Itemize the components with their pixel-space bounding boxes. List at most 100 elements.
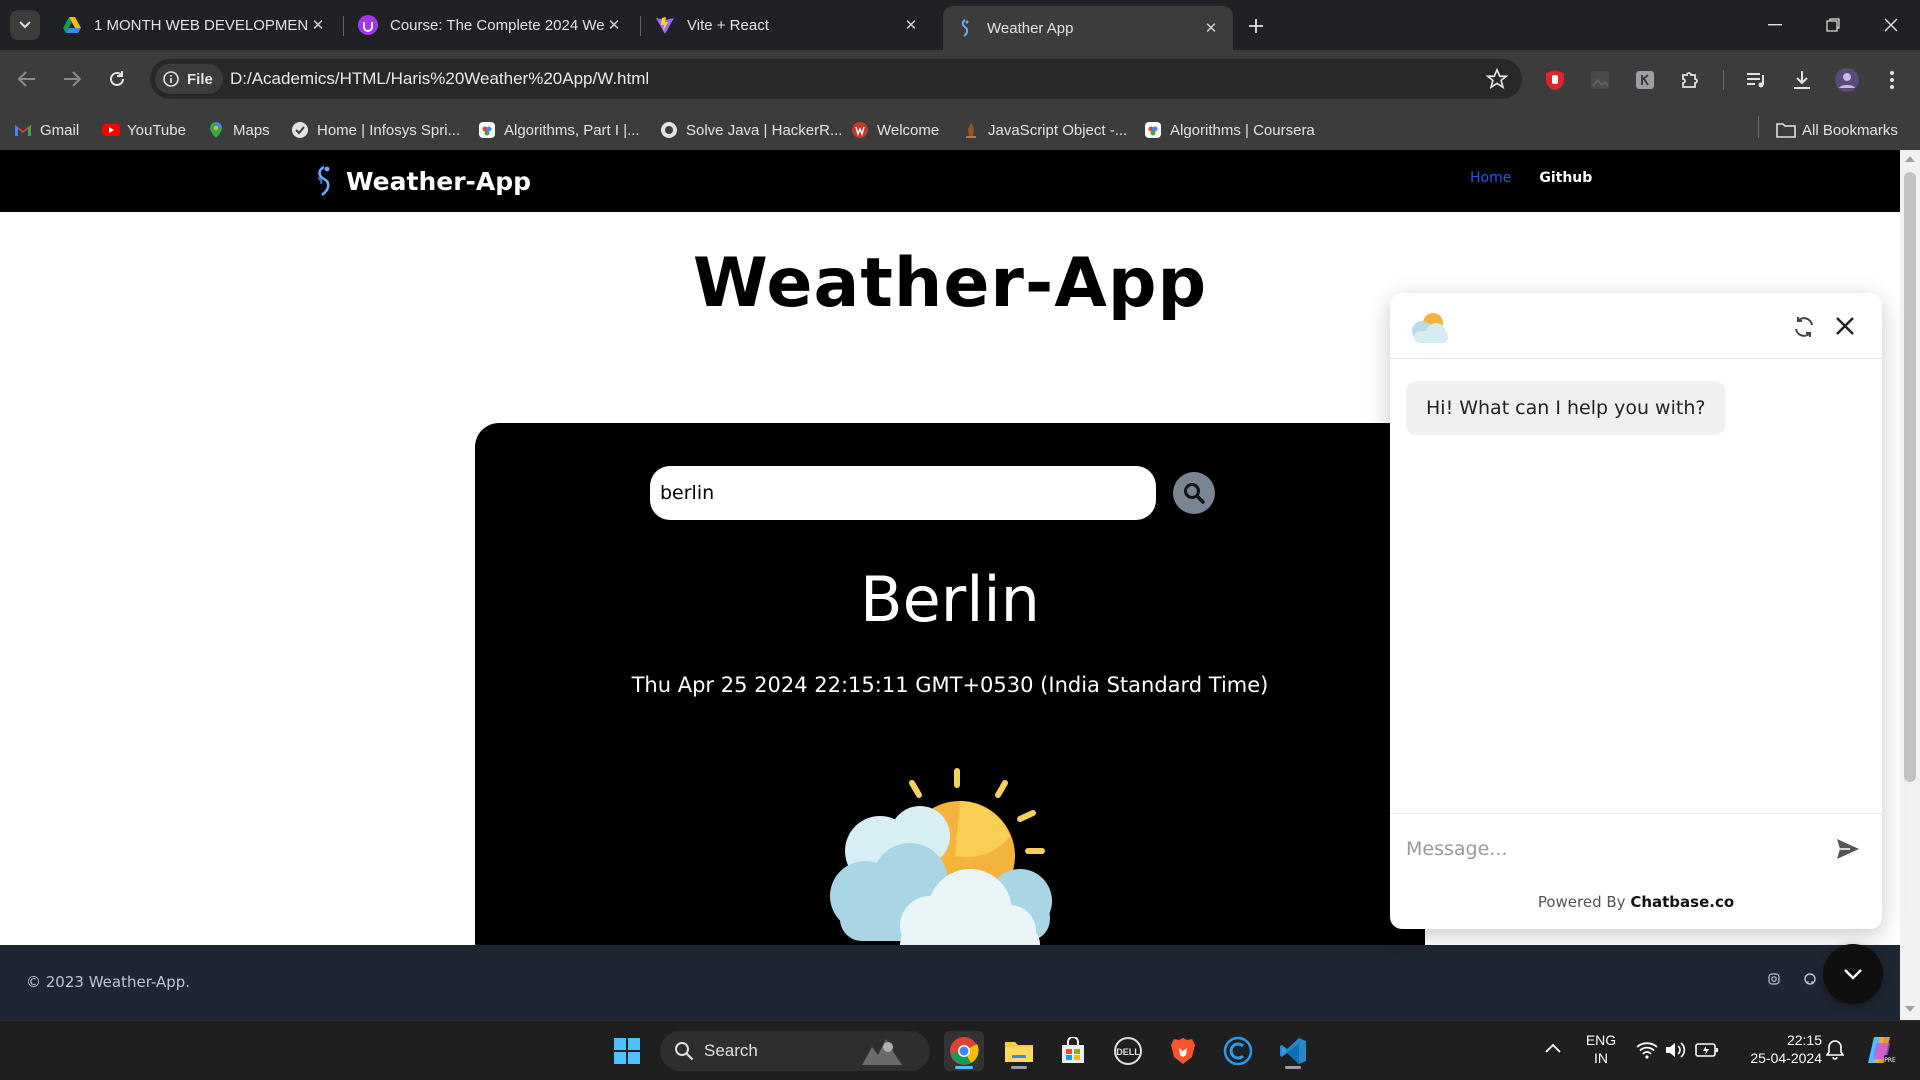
taskbar-file-explorer[interactable] <box>999 1031 1039 1071</box>
chevron-up-icon[interactable] <box>1545 1043 1561 1053</box>
reload-button[interactable] <box>102 64 132 94</box>
city-search-input[interactable] <box>650 466 1156 520</box>
github-icon[interactable] <box>1804 973 1820 989</box>
shield-hand-icon <box>1544 69 1566 91</box>
tab-close-icon[interactable]: ✕ <box>1201 18 1221 38</box>
refresh-icon[interactable] <box>1792 315 1816 339</box>
bookmark-label: Gmail <box>40 121 80 139</box>
wifi-icon[interactable] <box>1636 1041 1658 1059</box>
current-datetime: Thu Apr 25 2024 22:15:11 GMT+0530 (India… <box>631 673 1269 697</box>
weather-card: Berlin Thu Apr 25 2024 22:15:11 GMT+0530… <box>475 423 1425 983</box>
volume-icon[interactable] <box>1665 1041 1687 1059</box>
taskbar-brave[interactable] <box>1163 1031 1203 1071</box>
tab-title: Course: The Complete 2024 We <box>390 16 604 34</box>
puzzle-icon <box>1679 69 1701 91</box>
chat-toggle-button[interactable] <box>1823 944 1883 1004</box>
extension-button[interactable] <box>1586 66 1614 94</box>
bookmark-label: YouTube <box>127 121 186 139</box>
taskbar-vscode[interactable] <box>1273 1031 1313 1071</box>
scroll-down-arrow-icon[interactable] <box>1905 1006 1915 1012</box>
tab-close-icon[interactable]: ✕ <box>604 15 624 35</box>
bookmark-js-object[interactable]: JavaScript Object -... <box>962 118 1127 142</box>
address-bar[interactable]: File D:/Academics/HTML/Haris%20Weather%2… <box>150 59 1522 99</box>
chevron-down-icon <box>19 21 31 29</box>
tab-close-icon[interactable]: ✕ <box>901 15 921 35</box>
all-bookmarks-button[interactable]: All Bookmarks <box>1776 118 1898 142</box>
search-highlight-icon <box>858 1035 906 1067</box>
bookmark-gmail[interactable]: Gmail <box>14 118 79 142</box>
copilot-icon[interactable]: PRE <box>1864 1035 1896 1065</box>
running-indicator <box>1011 1066 1027 1069</box>
bookmark-label: Welcome <box>877 121 940 139</box>
send-icon[interactable] <box>1836 838 1860 860</box>
browser-tab-active[interactable]: Weather App ✕ <box>943 6 1233 50</box>
brave-lion-icon <box>1170 1036 1196 1066</box>
bookmark-maps[interactable]: Maps <box>207 118 270 142</box>
bookmark-label: Solve Java | HackerR... <box>686 121 843 139</box>
tab-close-icon[interactable]: ✕ <box>308 15 328 35</box>
bookmark-star-icon[interactable] <box>1486 68 1508 90</box>
forward-button[interactable] <box>57 64 87 94</box>
start-button[interactable] <box>607 1031 647 1071</box>
language-code: ENG <box>1585 1032 1617 1048</box>
bookmark-algorithms-part1[interactable]: Algorithms, Part I |... <box>478 118 640 142</box>
site-brand[interactable]: Weather-App <box>310 164 531 198</box>
page-scrollbar[interactable] <box>1900 150 1920 1020</box>
nav-link-home[interactable]: Home <box>1470 170 1511 186</box>
search-button[interactable] <box>1173 472 1215 514</box>
reload-icon <box>108 70 126 88</box>
dell-icon: DELL <box>1113 1036 1143 1066</box>
instagram-icon[interactable] <box>1768 973 1784 989</box>
taskbar-store[interactable] <box>1053 1031 1093 1071</box>
brand-logo-icon <box>310 164 336 198</box>
chat-message-input[interactable] <box>1406 830 1806 868</box>
playlist-icon <box>1746 71 1768 89</box>
bookmark-youtube[interactable]: YouTube <box>101 118 186 142</box>
nav-link-github[interactable]: Github <box>1539 170 1592 186</box>
chrome-menu-button[interactable] <box>1878 66 1906 94</box>
new-tab-button[interactable] <box>1242 12 1270 40</box>
ublock-extension-button[interactable] <box>1541 66 1569 94</box>
chat-bot-avatar-icon <box>1408 309 1454 345</box>
scroll-up-arrow-icon[interactable] <box>1905 156 1915 162</box>
minimize-button[interactable] <box>1746 0 1804 50</box>
browser-tab[interactable]: Course: The Complete 2024 We ✕ <box>346 6 636 44</box>
downloads-button[interactable] <box>1788 66 1816 94</box>
tab-divider <box>640 16 641 36</box>
js-object-icon <box>962 121 980 139</box>
restore-button[interactable] <box>1804 0 1862 50</box>
scrollbar-thumb[interactable] <box>1904 172 1916 782</box>
language-indicator[interactable]: ENG IN <box>1580 1031 1622 1067</box>
tab-divider <box>343 16 344 36</box>
close-window-button[interactable] <box>1862 0 1920 50</box>
taskbar-chrome[interactable] <box>944 1031 984 1071</box>
maps-icon <box>207 121 225 139</box>
bookmark-welcome[interactable]: Welcome <box>851 118 939 142</box>
system-clock[interactable]: 22:15 25-04-2024 <box>1732 1031 1822 1067</box>
tab-search-button[interactable] <box>10 10 40 40</box>
taskbar-dell[interactable]: DELL <box>1108 1031 1148 1071</box>
back-button[interactable] <box>12 64 42 94</box>
taskbar-search[interactable]: Search <box>660 1031 930 1071</box>
extensions-menu-button[interactable] <box>1676 66 1704 94</box>
notification-bell-icon[interactable] <box>1826 1040 1844 1060</box>
extension-button[interactable] <box>1631 66 1659 94</box>
bookmark-infosys[interactable]: Home | Infosys Spri... <box>291 118 460 142</box>
taskbar-ccleaner[interactable] <box>1218 1031 1258 1071</box>
taskbar-search-label: Search <box>704 1041 758 1060</box>
site-nav-links: Home Github <box>1470 170 1592 186</box>
site-info-chip[interactable]: File <box>155 64 223 94</box>
battery-charging-icon[interactable] <box>1695 1042 1719 1058</box>
running-indicator <box>955 1066 973 1069</box>
media-control-button[interactable] <box>1743 66 1771 94</box>
browser-tab[interactable]: 1 MONTH WEB DEVELOPMENT ✕ <box>50 6 340 44</box>
browser-tab[interactable]: Vite + React ✕ <box>643 6 933 44</box>
back-arrow-icon <box>18 71 36 87</box>
bookmark-label: Maps <box>233 121 270 139</box>
profile-button[interactable] <box>1833 66 1861 94</box>
bookmark-algorithms-coursera[interactable]: Algorithms | Coursera <box>1144 118 1315 142</box>
url-text[interactable]: D:/Academics/HTML/Haris%20Weather%20App/… <box>230 69 649 89</box>
bookmark-hackerrank[interactable]: Solve Java | HackerR... <box>660 118 842 142</box>
powered-by-brand[interactable]: Chatbase.co <box>1630 893 1734 911</box>
close-icon[interactable] <box>1834 315 1856 337</box>
